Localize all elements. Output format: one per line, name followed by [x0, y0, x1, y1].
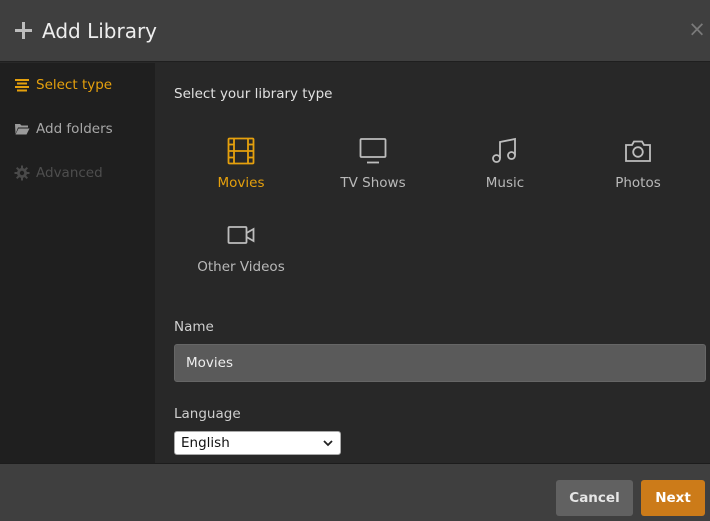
- language-label: Language: [174, 406, 241, 422]
- type-label: Other Videos: [197, 259, 285, 275]
- sidebar-item-label: Add folders: [36, 121, 113, 137]
- type-movies[interactable]: Movies: [175, 137, 307, 213]
- music-note-icon: [439, 137, 571, 165]
- page-title: Select your library type: [174, 86, 333, 102]
- video-camera-icon: [175, 221, 307, 249]
- plus-icon: [15, 22, 32, 39]
- type-label: Photos: [615, 175, 661, 191]
- type-other-videos[interactable]: Other Videos: [175, 221, 307, 297]
- close-icon[interactable]: ×: [688, 18, 706, 40]
- main-panel: Select your library type Movies TV Shows…: [155, 63, 710, 463]
- cancel-button[interactable]: Cancel: [556, 480, 633, 516]
- name-label: Name: [174, 319, 214, 335]
- sidebar-item-label: Advanced: [36, 165, 103, 181]
- chevron-down-icon: [322, 437, 334, 449]
- sidebar-item-advanced: Advanced: [14, 162, 103, 184]
- dialog-footer: Cancel Next: [0, 463, 710, 521]
- language-value: English: [181, 435, 230, 451]
- library-name-input[interactable]: [174, 344, 706, 382]
- next-button[interactable]: Next: [641, 480, 705, 516]
- sidebar-item-add-folders[interactable]: Add folders: [14, 118, 113, 140]
- folder-icon: [14, 121, 30, 137]
- tv-icon: [307, 137, 439, 165]
- sidebar: Select type Add folders Advanced: [0, 63, 155, 463]
- dialog-header: Add Library ×: [0, 0, 710, 62]
- gear-icon: [14, 165, 30, 181]
- type-tv-shows[interactable]: TV Shows: [307, 137, 439, 213]
- dialog-title: Add Library: [42, 19, 158, 43]
- film-icon: [175, 137, 307, 165]
- list-align-icon: [14, 77, 30, 93]
- language-select[interactable]: English: [174, 431, 341, 455]
- type-label: Movies: [217, 175, 265, 191]
- sidebar-item-select-type[interactable]: Select type: [14, 74, 112, 96]
- type-label: TV Shows: [340, 175, 406, 191]
- camera-icon: [572, 137, 704, 165]
- type-label: Music: [485, 175, 525, 191]
- type-music[interactable]: Music: [439, 137, 571, 213]
- sidebar-item-label: Select type: [36, 77, 113, 93]
- type-photos[interactable]: Photos: [572, 137, 704, 213]
